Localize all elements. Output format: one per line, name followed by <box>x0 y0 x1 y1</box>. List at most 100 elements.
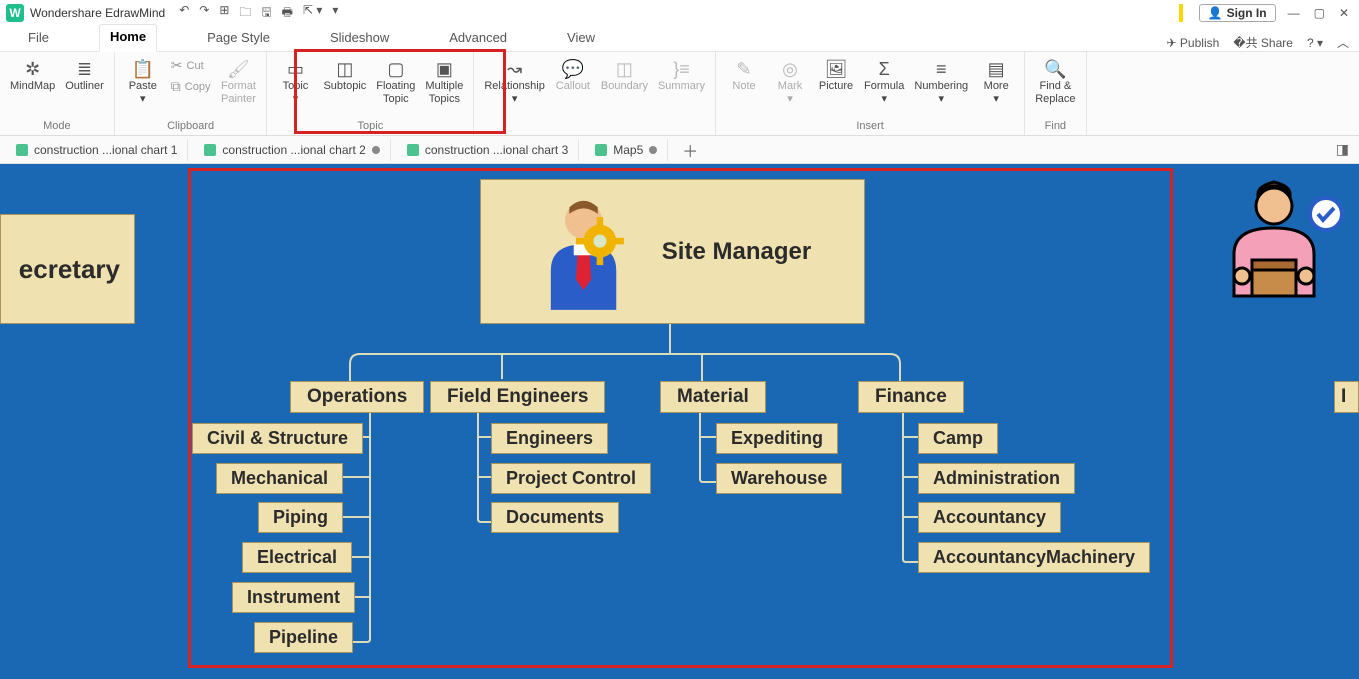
add-tab-button[interactable]: ＋ <box>674 138 706 162</box>
node-site-manager[interactable]: Site Manager <box>480 179 865 324</box>
leaf-accountancy-machinery[interactable]: AccountancyMachinery <box>918 542 1150 573</box>
doc-tab-3[interactable]: construction ...ional chart 3 <box>397 139 579 161</box>
close-icon[interactable]: ✕ <box>1339 6 1349 20</box>
leaf-engineers[interactable]: Engineers <box>491 423 608 454</box>
callout-button[interactable]: 💬Callout <box>551 56 595 95</box>
summary-label: Summary <box>658 80 705 93</box>
undo-icon[interactable]: ↶ <box>179 3 189 24</box>
app-logo: W <box>6 4 24 22</box>
leaf-camp[interactable]: Camp <box>918 423 998 454</box>
more-icon[interactable]: ▾ <box>332 3 338 24</box>
menu-file[interactable]: File <box>18 26 59 51</box>
maximize-icon[interactable]: ▢ <box>1314 6 1325 20</box>
copy-button[interactable]: ⧉Copy <box>167 77 215 96</box>
node-side-peek[interactable]: I <box>1334 381 1359 413</box>
node-operations[interactable]: Operations <box>290 381 424 413</box>
manager-icon <box>534 192 644 312</box>
mindmap-button[interactable]: ✲MindMap <box>6 56 59 95</box>
subtopic-button[interactable]: ◫Subtopic <box>319 56 370 95</box>
help-button[interactable]: ? ▾ <box>1307 36 1323 50</box>
open-icon[interactable]: 🗀 <box>239 3 251 24</box>
leaf-warehouse[interactable]: Warehouse <box>716 463 842 494</box>
paste-button[interactable]: 📋Paste▾ <box>121 56 165 107</box>
node-secretary[interactable]: ecretary <box>0 214 135 324</box>
node-field-engineers[interactable]: Field Engineers <box>430 381 605 413</box>
note-button[interactable]: ✎Note <box>722 56 766 95</box>
publish-label: Publish <box>1180 36 1219 50</box>
cut-button[interactable]: ✂ Cut <box>167 56 215 75</box>
leaf-pipeline[interactable]: Pipeline <box>254 622 353 653</box>
leaf-instrument[interactable]: Instrument <box>232 582 355 613</box>
tab-label: construction ...ional chart 2 <box>222 143 365 157</box>
delivery-person-icon <box>1204 176 1344 316</box>
minimize-icon[interactable]: — <box>1288 6 1300 20</box>
mindmap-icon: ✲ <box>25 58 40 80</box>
collapse-ribbon-icon[interactable]: ︿ <box>1337 34 1349 51</box>
save-icon[interactable]: 🖫 <box>261 3 271 24</box>
node-finance[interactable]: Finance <box>858 381 964 413</box>
summary-icon: }≡ <box>673 58 690 80</box>
share-button[interactable]: �共 Share <box>1233 34 1293 51</box>
outliner-label: Outliner <box>65 80 104 93</box>
callout-icon: 💬 <box>562 58 584 80</box>
node-material[interactable]: Material <box>660 381 766 413</box>
leaf-accountancy[interactable]: Accountancy <box>918 502 1061 533</box>
find-replace-button[interactable]: 🔍Find &Replace <box>1031 56 1079 107</box>
menu-bar: File Home Page Style Slideshow Advanced … <box>0 26 1359 52</box>
document-tabs: construction ...ional chart 1 constructi… <box>0 136 1359 164</box>
multiple-topics-button[interactable]: ▣MultipleTopics <box>421 56 467 107</box>
leaf-expediting[interactable]: Expediting <box>716 423 838 454</box>
publish-button[interactable]: ✈ Publish <box>1167 36 1220 50</box>
unsaved-dot <box>372 146 380 154</box>
mark-icon: ◎ <box>782 58 798 80</box>
panel-toggle-icon[interactable]: ◨ <box>1326 141 1359 158</box>
more-label: More <box>984 80 1009 93</box>
doc-tab-4[interactable]: Map5 <box>585 139 668 161</box>
picture-button[interactable]: 🖼Picture <box>814 56 858 95</box>
leaf-administration[interactable]: Administration <box>918 463 1075 494</box>
formula-label: Formula <box>864 80 904 93</box>
leaf-electrical[interactable]: Electrical <box>242 542 352 573</box>
outliner-button[interactable]: ≣Outliner <box>61 56 108 95</box>
topic-button[interactable]: ▭Topic▾ <box>273 56 317 107</box>
share-label: Share <box>1261 36 1293 50</box>
leaf-mechanical[interactable]: Mechanical <box>216 463 343 494</box>
cut-label: Cut <box>187 60 204 72</box>
print-icon[interactable]: 🖶 <box>282 3 293 24</box>
export-icon[interactable]: ⇱ ▾ <box>303 3 322 24</box>
menu-page-style[interactable]: Page Style <box>197 26 280 51</box>
more-button[interactable]: ▤More▾ <box>974 56 1018 107</box>
relationship-button[interactable]: ↝Relationship▾ <box>480 56 549 107</box>
menu-slideshow[interactable]: Slideshow <box>320 26 399 51</box>
note-icon: ✎ <box>736 58 751 80</box>
doc-tab-2[interactable]: construction ...ional chart 2 <box>194 139 390 161</box>
new-icon[interactable]: ⊞ <box>219 3 229 24</box>
boundary-label: Boundary <box>601 80 648 93</box>
redo-icon[interactable]: ↷ <box>199 3 209 24</box>
tab-label: construction ...ional chart 3 <box>425 143 568 157</box>
menu-view[interactable]: View <box>557 26 605 51</box>
fp-label1: Format <box>221 80 256 93</box>
menu-advanced[interactable]: Advanced <box>439 26 517 51</box>
leaf-project-control[interactable]: Project Control <box>491 463 651 494</box>
doc-tab-1[interactable]: construction ...ional chart 1 <box>6 139 188 161</box>
sign-in-button[interactable]: 👤 Sign In <box>1199 4 1276 22</box>
numbering-button[interactable]: ≡Numbering▾ <box>910 56 972 107</box>
tab-label: construction ...ional chart 1 <box>34 143 177 157</box>
boundary-button[interactable]: ◫Boundary <box>597 56 652 95</box>
floating-topic-button[interactable]: ▢FloatingTopic <box>372 56 419 107</box>
menu-home[interactable]: Home <box>99 24 157 52</box>
mark-button[interactable]: ◎Mark▾ <box>768 56 812 107</box>
leaf-piping[interactable]: Piping <box>258 502 343 533</box>
formula-button[interactable]: ΣFormula▾ <box>860 56 908 107</box>
leaf-civil[interactable]: Civil & Structure <box>192 423 363 454</box>
ft-label1: Floating <box>376 80 415 93</box>
tab-label: Map5 <box>613 143 643 157</box>
summary-button[interactable]: }≡Summary <box>654 56 709 95</box>
canvas[interactable]: Site Manager ecretary Operations Field E… <box>0 164 1359 679</box>
notification-indicator <box>1179 4 1183 22</box>
outliner-icon: ≣ <box>77 58 92 80</box>
leaf-documents[interactable]: Documents <box>491 502 619 533</box>
format-painter-button[interactable]: 🖌FormatPainter <box>216 56 260 107</box>
cut-icon: ✂ <box>171 57 183 74</box>
